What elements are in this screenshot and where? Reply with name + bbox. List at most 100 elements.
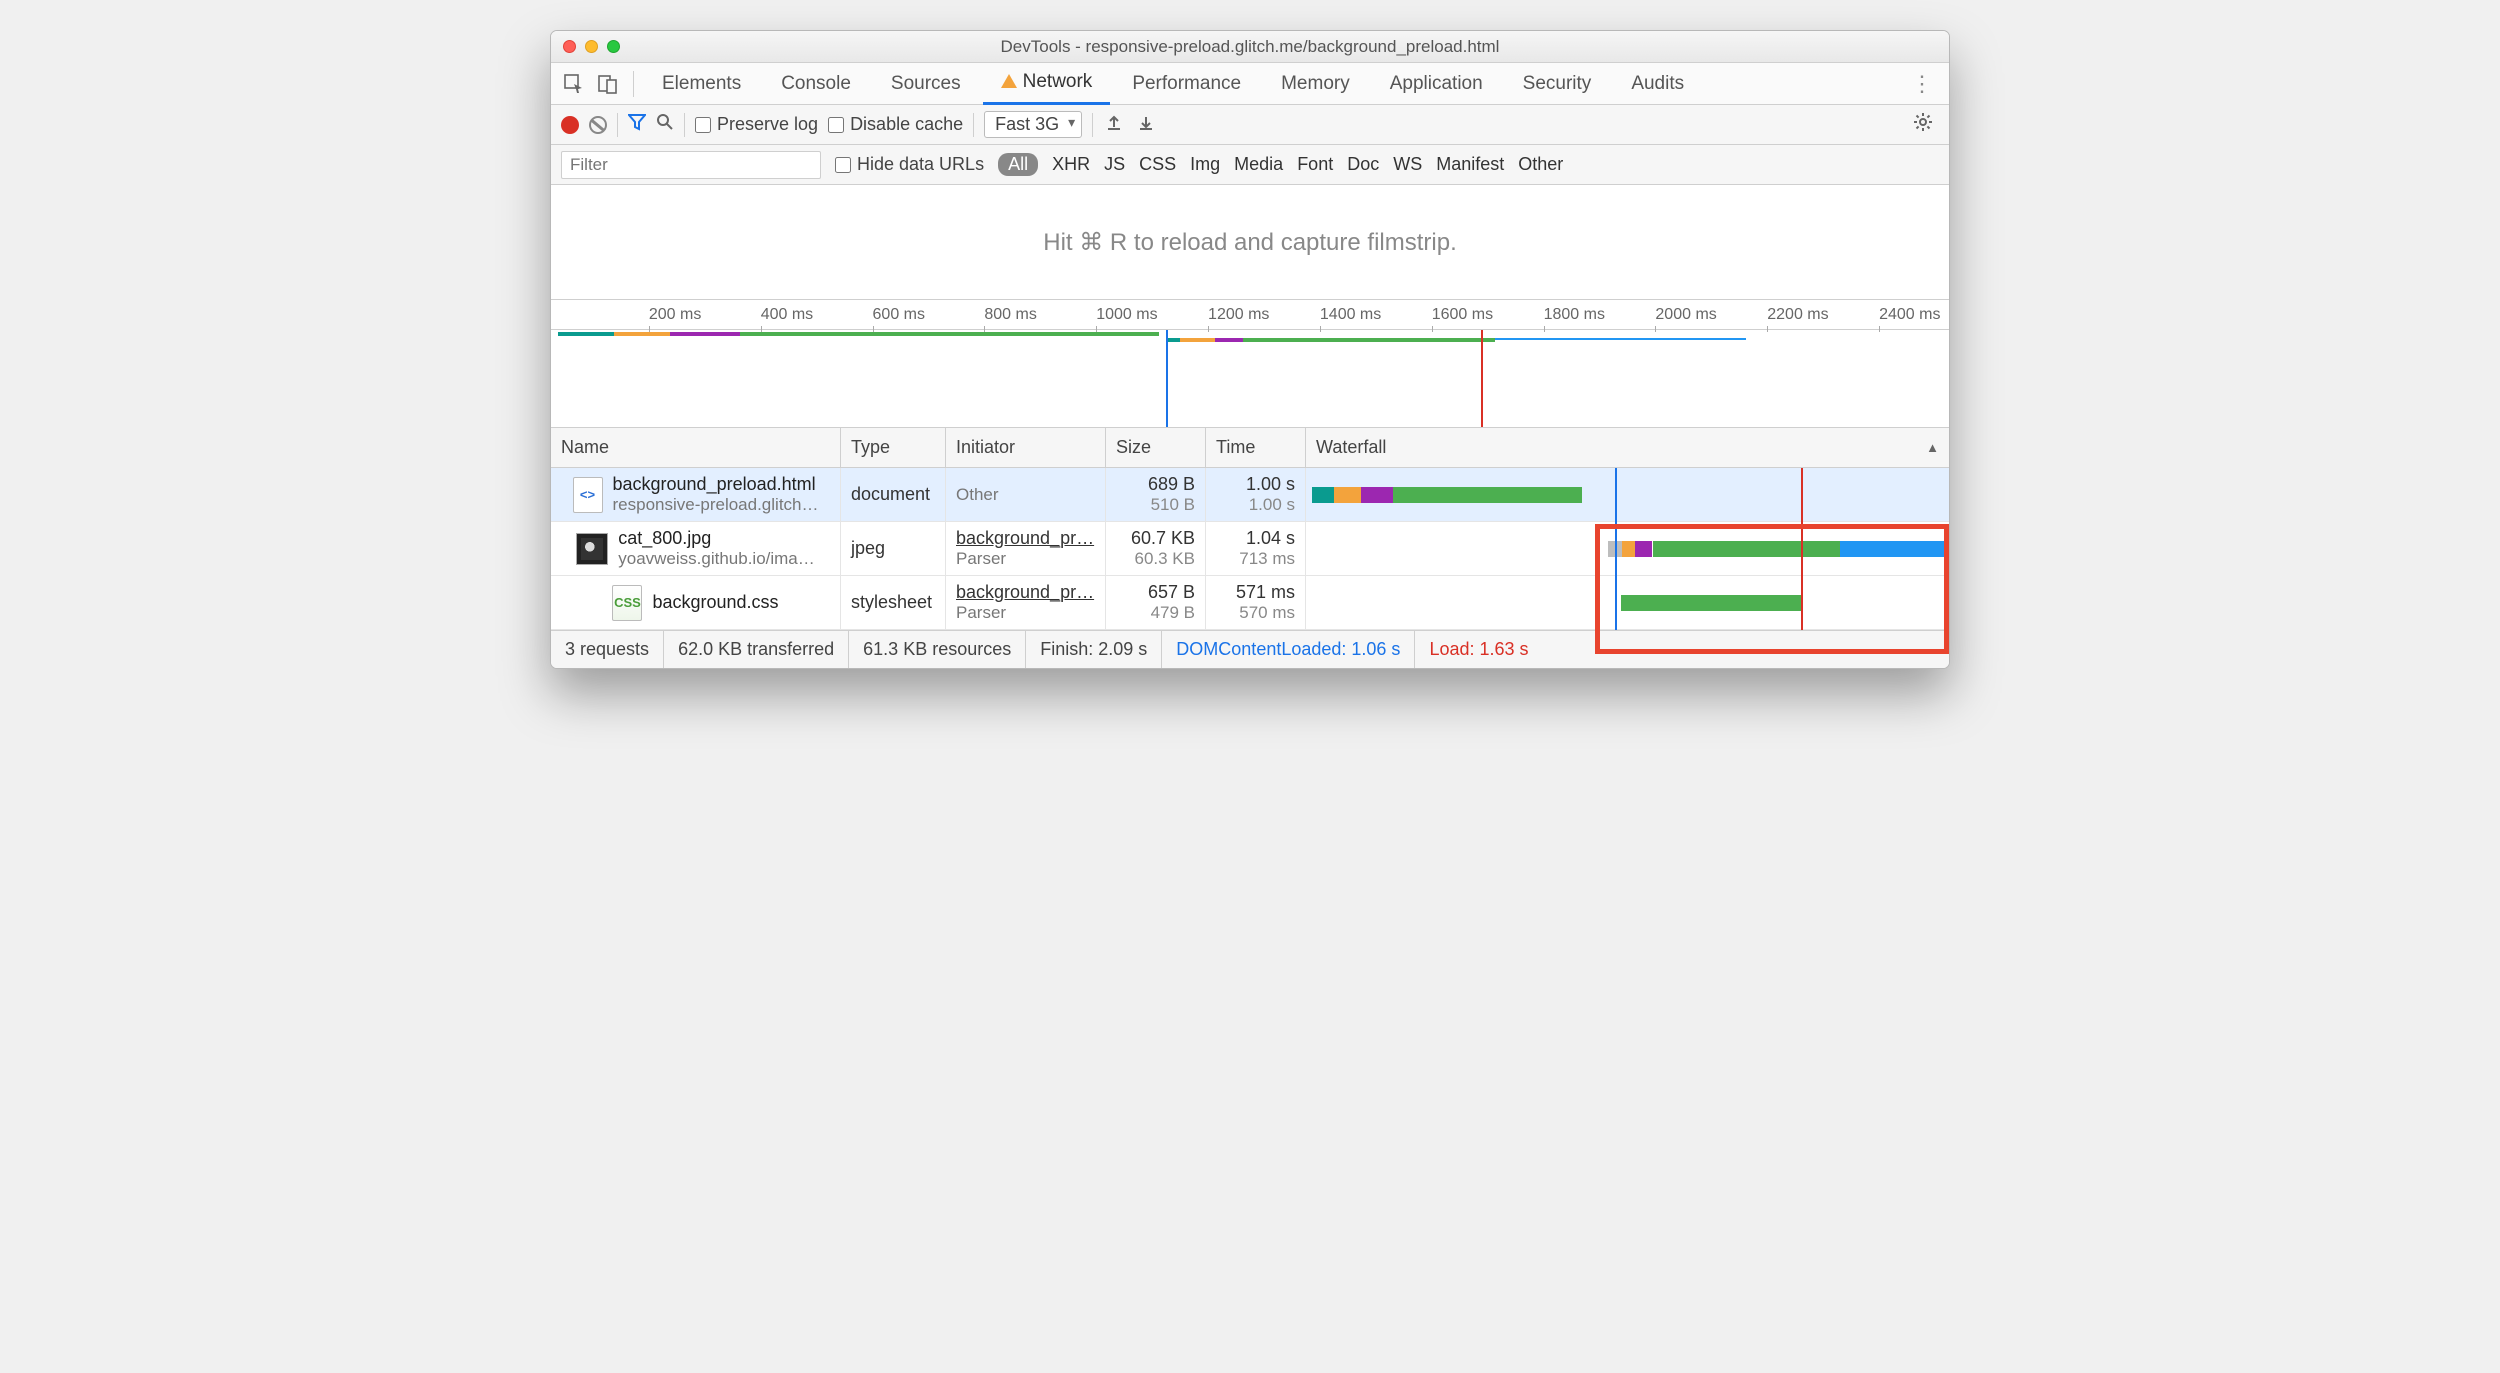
download-har-icon[interactable]: [1135, 114, 1157, 135]
preserve-log-input[interactable]: [695, 117, 711, 133]
tick: 2000 ms: [1655, 306, 1716, 324]
disable-cache-checkbox[interactable]: Disable cache: [828, 114, 963, 135]
device-toolbar-icon[interactable]: [593, 69, 623, 99]
filter-input[interactable]: [561, 151, 821, 179]
tab-console[interactable]: Console: [763, 63, 869, 105]
tick: 600 ms: [873, 306, 925, 324]
request-initiator: Other: [956, 485, 1095, 505]
devtools-window: DevTools - responsive-preload.glitch.me/…: [550, 30, 1950, 669]
sort-arrow-icon: ▲: [1926, 440, 1939, 455]
filter-icon[interactable]: [628, 113, 646, 137]
html-file-icon: <>: [573, 477, 603, 513]
table-row[interactable]: <> background_preload.html responsive-pr…: [551, 468, 1949, 522]
filter-type-css[interactable]: CSS: [1139, 154, 1176, 175]
preserve-log-label: Preserve log: [717, 114, 818, 135]
preserve-log-checkbox[interactable]: Preserve log: [695, 114, 818, 135]
overview-bars: [551, 330, 1949, 342]
hide-data-urls-input[interactable]: [835, 157, 851, 173]
tab-application[interactable]: Application: [1372, 63, 1501, 105]
clear-button[interactable]: [589, 116, 607, 134]
filter-type-js[interactable]: JS: [1104, 154, 1125, 175]
tab-audits[interactable]: Audits: [1613, 63, 1702, 105]
tab-memory[interactable]: Memory: [1263, 63, 1368, 105]
more-menu-icon[interactable]: ⋮: [1903, 71, 1941, 97]
load-line: [1801, 468, 1803, 630]
col-size[interactable]: Size: [1106, 428, 1206, 467]
tab-performance[interactable]: Performance: [1114, 63, 1259, 105]
filter-type-all[interactable]: All: [998, 153, 1038, 176]
timeline-overview[interactable]: 200 ms 400 ms 600 ms 800 ms 1000 ms 1200…: [551, 300, 1949, 428]
col-waterfall-label: Waterfall: [1316, 437, 1386, 458]
dcl-marker: [1166, 330, 1168, 427]
filter-type-img[interactable]: Img: [1190, 154, 1220, 175]
request-size-sub: 60.3 KB: [1116, 549, 1195, 569]
upload-har-icon[interactable]: [1103, 114, 1125, 135]
request-time-sub: 713 ms: [1216, 549, 1295, 569]
tab-elements[interactable]: Elements: [644, 63, 759, 105]
status-finish: Finish: 2.09 s: [1026, 631, 1162, 668]
tick: 400 ms: [761, 306, 813, 324]
col-time[interactable]: Time: [1206, 428, 1306, 467]
waterfall-bar: [1306, 576, 1949, 629]
col-type[interactable]: Type: [841, 428, 946, 467]
record-button[interactable]: [561, 116, 579, 134]
request-initiator[interactable]: background_pr…: [956, 528, 1095, 549]
image-thumbnail-icon: [576, 533, 608, 565]
col-initiator[interactable]: Initiator: [946, 428, 1106, 467]
waterfall-bar: [1306, 468, 1949, 521]
request-initiator[interactable]: background_pr…: [956, 582, 1095, 603]
waterfall-bar: [1306, 522, 1949, 575]
settings-icon[interactable]: [1913, 112, 1939, 138]
dcl-line: [1615, 468, 1617, 630]
tick: 800 ms: [984, 306, 1036, 324]
separator: [684, 113, 685, 137]
filter-type-ws[interactable]: WS: [1393, 154, 1422, 175]
filter-type-doc[interactable]: Doc: [1347, 154, 1379, 175]
table-header: Name Type Initiator Size Time Waterfall …: [551, 428, 1949, 468]
tab-network[interactable]: Network: [983, 63, 1111, 105]
request-size: 60.7 KB: [1116, 528, 1195, 549]
request-type: stylesheet: [851, 592, 935, 613]
request-domain: yoavweiss.github.io/ima…: [618, 549, 815, 569]
filter-type-font[interactable]: Font: [1297, 154, 1333, 175]
window-titlebar: DevTools - responsive-preload.glitch.me/…: [551, 31, 1949, 63]
tick: 1200 ms: [1208, 306, 1269, 324]
filter-type-xhr[interactable]: XHR: [1052, 154, 1090, 175]
status-resources: 61.3 KB resources: [849, 631, 1026, 668]
filter-type-manifest[interactable]: Manifest: [1436, 154, 1504, 175]
warning-icon: [1001, 74, 1017, 88]
hide-data-urls-label: Hide data URLs: [857, 154, 984, 175]
status-load: Load: 1.63 s: [1415, 631, 1542, 668]
inspect-element-icon[interactable]: [559, 69, 589, 99]
request-name: background.css: [652, 592, 778, 613]
status-bar: 3 requests 62.0 KB transferred 61.3 KB r…: [551, 630, 1949, 668]
separator: [617, 113, 618, 137]
table-row[interactable]: CSS background.css stylesheet background…: [551, 576, 1949, 630]
filter-type-other[interactable]: Other: [1518, 154, 1563, 175]
filmstrip-hint: Hit ⌘ R to reload and capture filmstrip.: [551, 185, 1949, 300]
status-transferred: 62.0 KB transferred: [664, 631, 849, 668]
tick: 1600 ms: [1432, 306, 1493, 324]
tick: 1000 ms: [1096, 306, 1157, 324]
disable-cache-input[interactable]: [828, 117, 844, 133]
tick: 1400 ms: [1320, 306, 1381, 324]
request-type: jpeg: [851, 538, 935, 559]
tick: 2400 ms: [1879, 306, 1940, 324]
search-icon[interactable]: [656, 113, 674, 136]
filter-type-media[interactable]: Media: [1234, 154, 1283, 175]
request-size-sub: 479 B: [1116, 603, 1195, 623]
tab-security[interactable]: Security: [1505, 63, 1610, 105]
tab-sources[interactable]: Sources: [873, 63, 979, 105]
hide-data-urls-checkbox[interactable]: Hide data URLs: [835, 154, 984, 175]
request-time: 571 ms: [1216, 582, 1295, 603]
separator: [973, 113, 974, 137]
request-time: 1.00 s: [1216, 474, 1295, 495]
table-row[interactable]: cat_800.jpg yoavweiss.github.io/ima… jpe…: [551, 522, 1949, 576]
request-time-sub: 1.00 s: [1216, 495, 1295, 515]
col-waterfall[interactable]: Waterfall ▲: [1306, 428, 1949, 467]
throttling-select[interactable]: Fast 3G: [984, 111, 1082, 138]
tick: 2200 ms: [1767, 306, 1828, 324]
tick: 1800 ms: [1544, 306, 1605, 324]
tab-network-label: Network: [1023, 61, 1093, 103]
col-name[interactable]: Name: [551, 428, 841, 467]
